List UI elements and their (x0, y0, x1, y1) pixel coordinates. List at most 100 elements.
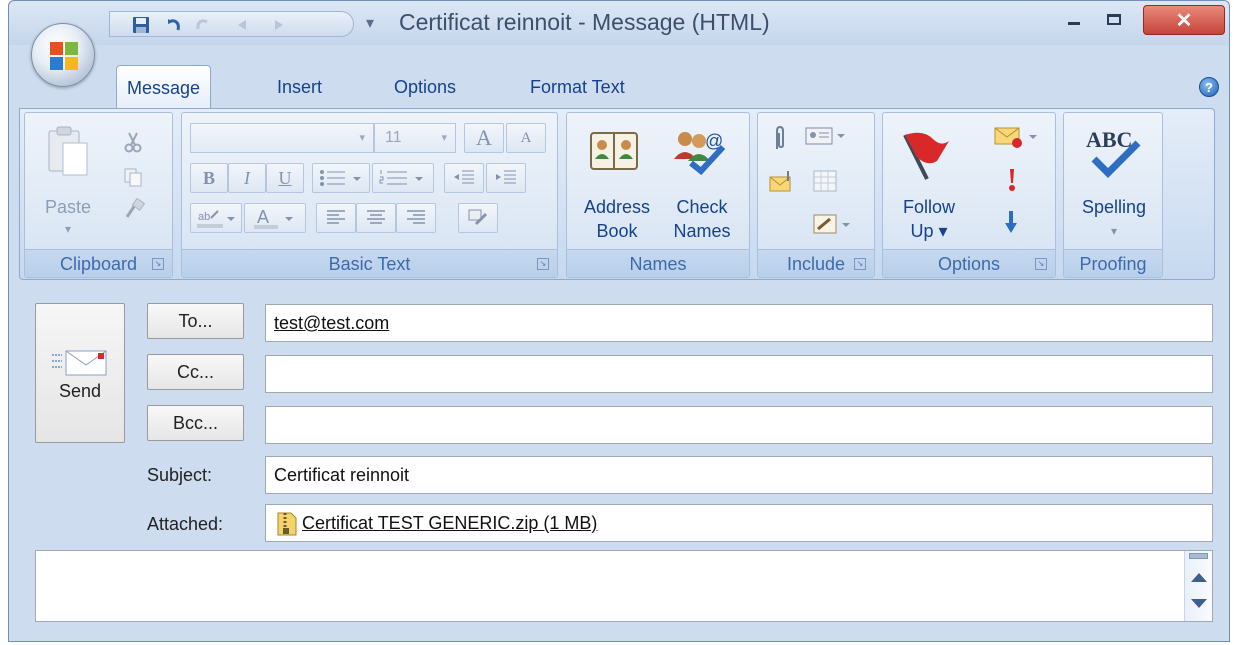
options-launcher-icon[interactable]: ↘ (1035, 258, 1047, 270)
attachment-link[interactable]: Certificat TEST GENERIC.zip (1 MB) (302, 505, 597, 541)
office-button[interactable] (31, 23, 95, 87)
maximize-button[interactable] (1094, 5, 1134, 35)
spelling-icon: ABC (1086, 127, 1141, 178)
clear-formatting-button[interactable] (458, 203, 498, 233)
highlight-button[interactable]: ab (190, 203, 242, 233)
spelling-button[interactable]: Spelling (1064, 195, 1164, 219)
attached-label: Attached: (147, 514, 224, 534)
follow-up-flag-icon (903, 132, 949, 180)
group-include: Include ↘ (757, 112, 875, 278)
signature-icon[interactable] (812, 211, 854, 237)
high-importance-icon[interactable] (1005, 167, 1019, 193)
to-button[interactable]: To... (147, 303, 244, 339)
underline-button[interactable]: U (266, 163, 304, 193)
address-book-icon (590, 132, 638, 170)
shrink-font-button[interactable]: A (506, 123, 546, 153)
bcc-button[interactable]: Bcc... (147, 405, 244, 441)
address-book-line2[interactable]: Book (571, 219, 663, 243)
low-importance-icon[interactable] (1003, 209, 1019, 235)
svg-text:ab: ab (198, 211, 210, 223)
send-envelope-icon (52, 350, 107, 376)
bold-button[interactable]: B (190, 163, 228, 193)
font-name-combo[interactable]: ▾ (190, 123, 374, 153)
follow-up-line2[interactable]: Up ▾ (889, 219, 969, 243)
increase-indent-button[interactable] (486, 163, 526, 193)
tab-options[interactable]: Options (384, 65, 466, 109)
attach-item-icon[interactable] (768, 169, 796, 193)
scroll-up-icon[interactable] (1191, 573, 1207, 582)
align-right-icon (407, 210, 425, 224)
font-size-dropdown-icon: ▾ (441, 132, 447, 144)
align-left-button[interactable] (316, 203, 356, 233)
business-card-icon[interactable] (804, 125, 848, 147)
tab-insert[interactable]: Insert (267, 65, 332, 109)
send-label: Send (58, 381, 102, 401)
align-left-icon (327, 210, 345, 224)
decrease-indent-button[interactable] (444, 163, 484, 193)
font-color-button[interactable]: A (244, 203, 306, 233)
redo-icon (196, 19, 208, 30)
to-field[interactable]: test@test.com (265, 304, 1213, 342)
include-launcher-icon[interactable]: ↘ (854, 258, 866, 270)
group-basic-text: ▾ 11 ▾ A A B I U ab A Basic Text ↘ (181, 112, 558, 278)
send-button[interactable]: Send (35, 303, 125, 443)
grow-font-button[interactable]: A (464, 123, 504, 153)
minimize-button[interactable] (1054, 5, 1094, 35)
highlight-icon: ab (197, 210, 235, 228)
previous-item-icon (238, 20, 246, 30)
close-icon: ✕ (1175, 10, 1193, 32)
numbering-button[interactable] (372, 163, 434, 193)
calendar-icon[interactable] (812, 169, 838, 193)
spelling-dropdown-icon[interactable]: ▾ (1064, 219, 1164, 243)
window-title: Certificat reinnoit - Message (HTML) (399, 9, 770, 35)
attach-file-icon[interactable] (772, 125, 788, 153)
address-book-line1[interactable]: Address (571, 195, 663, 219)
close-button[interactable]: ✕ (1143, 5, 1225, 35)
font-dropdown-icon: ▾ (359, 132, 365, 144)
font-size-value: 11 (385, 129, 402, 146)
follow-up-line1[interactable]: Follow (889, 195, 969, 219)
paste-dropdown-icon[interactable]: ▾ (33, 217, 103, 241)
message-body[interactable] (35, 550, 1213, 622)
check-names-line1[interactable]: Check (663, 195, 741, 219)
scroll-down-icon[interactable] (1191, 599, 1207, 608)
font-size-combo[interactable]: 11 ▾ (374, 123, 456, 153)
clipboard-group-label: Clipboard (25, 249, 172, 277)
basic-text-launcher-icon[interactable]: ↘ (537, 258, 549, 270)
cc-field[interactable] (265, 355, 1213, 393)
vertical-scrollbar[interactable] (1184, 551, 1212, 621)
clipboard-launcher-icon[interactable]: ↘ (152, 258, 164, 270)
cc-button[interactable]: Cc... (147, 354, 244, 390)
svg-text:A: A (257, 207, 269, 227)
italic-button[interactable]: I (228, 163, 266, 193)
ribbon: Paste ▾ Clipboard ↘ ▾ 11 ▾ A A B I U ab … (19, 108, 1215, 280)
customize-toolbar-icon[interactable]: ▾ (366, 13, 374, 33)
permission-icon[interactable] (993, 125, 1041, 149)
copy-icon (124, 168, 142, 187)
attachment-field[interactable]: Certificat TEST GENERIC.zip (1 MB) (265, 504, 1213, 542)
increase-indent-icon (496, 170, 516, 184)
bold-label: B (202, 168, 215, 188)
bcc-field[interactable] (265, 406, 1213, 444)
help-icon[interactable]: ? (1199, 77, 1219, 97)
italic-label: I (244, 168, 250, 188)
underline-label: U (278, 168, 292, 188)
undo-icon[interactable] (164, 16, 182, 34)
ribbon-tabs: Message Insert Options Format Text ? (9, 65, 1229, 111)
subject-field[interactable]: Certificat reinnoit (265, 456, 1213, 494)
cut-icon (124, 132, 142, 153)
numbering-icon (379, 170, 423, 185)
clear-formatting-icon (468, 209, 488, 226)
quick-access-toolbar (109, 11, 354, 37)
tab-format-text[interactable]: Format Text (520, 65, 635, 109)
check-names-line2[interactable]: Names (663, 219, 741, 243)
align-center-button[interactable] (356, 203, 396, 233)
paste-button[interactable]: Paste (33, 195, 103, 219)
align-right-button[interactable] (396, 203, 436, 233)
split-handle-icon[interactable] (1189, 553, 1208, 559)
save-icon[interactable] (132, 16, 150, 34)
group-names: @ Address Book Check Names Names (566, 112, 750, 278)
bullets-button[interactable] (312, 163, 370, 193)
font-color-icon: A (254, 207, 293, 229)
tab-message[interactable]: Message (116, 65, 212, 111)
